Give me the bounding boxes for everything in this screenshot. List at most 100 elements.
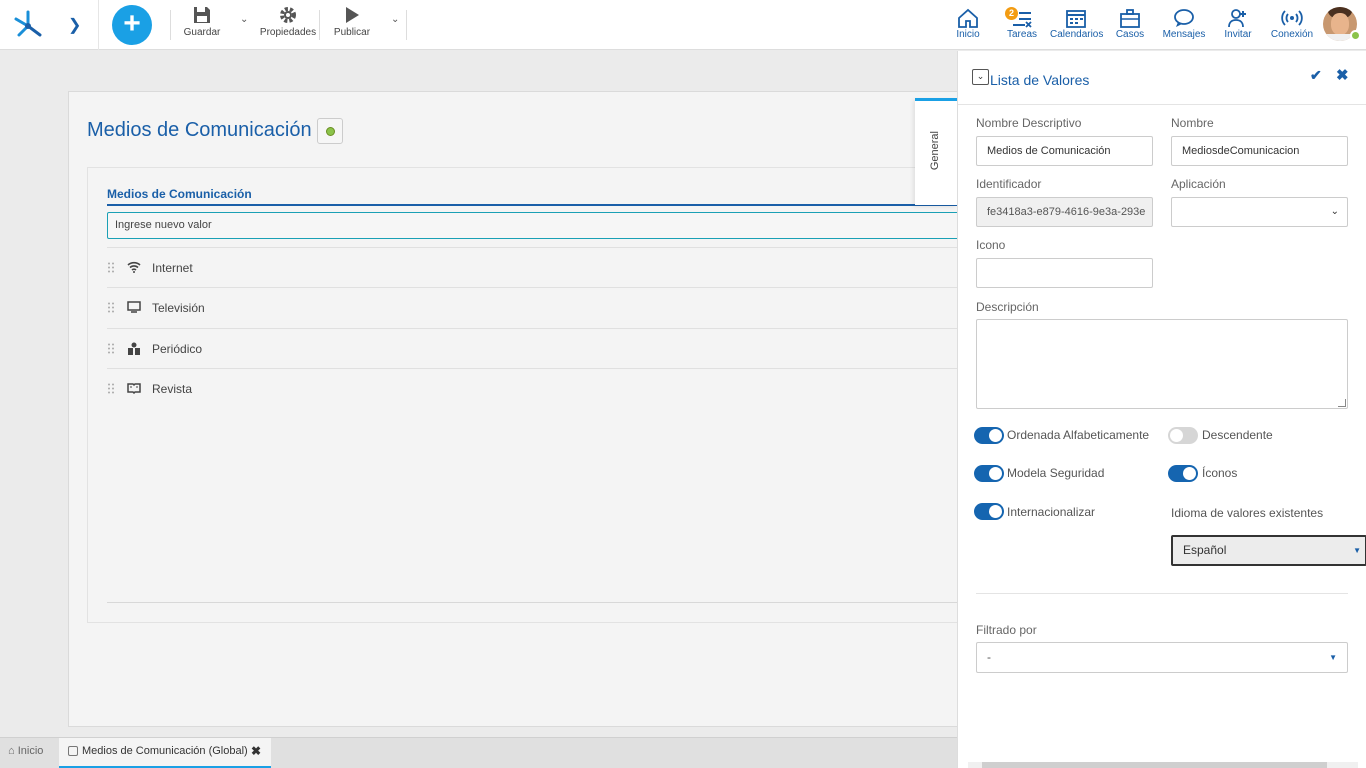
properties-label: Propiedades bbox=[259, 27, 317, 38]
tab-medios-de-comunicacion[interactable]: Medios de Comunicación (Global) ✖ bbox=[59, 738, 271, 768]
confirm-check-icon[interactable]: ✔ bbox=[1310, 67, 1322, 84]
nav-cases[interactable]: Casos bbox=[1115, 8, 1145, 40]
resize-handle-icon[interactable] bbox=[1338, 399, 1346, 407]
status-indicator[interactable] bbox=[317, 118, 343, 144]
list-title: Medios de Comunicación bbox=[107, 187, 252, 201]
list-item[interactable]: Revista bbox=[107, 368, 987, 408]
tasks-count-badge: 2 bbox=[1005, 7, 1018, 20]
list-item[interactable]: Periódico bbox=[107, 328, 987, 368]
descripcion-label: Descripción bbox=[976, 300, 1039, 314]
panel-divider bbox=[976, 593, 1348, 594]
panel-title: Lista de Valores bbox=[990, 72, 1090, 88]
floppy-disk-icon bbox=[194, 7, 210, 23]
collapse-chevron-icon[interactable]: ⌄ bbox=[972, 69, 989, 85]
nav-home[interactable]: Inicio bbox=[954, 8, 982, 40]
values-list-container: Medios de Comunicación Ingrese nuevo val… bbox=[87, 167, 987, 623]
tab-general[interactable]: General bbox=[915, 98, 957, 205]
idioma-label: Idioma de valores existentes bbox=[1171, 506, 1324, 520]
caret-down-icon: ▼ bbox=[1353, 546, 1361, 555]
list-title-underline bbox=[107, 204, 987, 206]
nav-calendars-label: Calendarios bbox=[1050, 29, 1104, 40]
filtrado-select[interactable]: - ▼ bbox=[976, 642, 1348, 673]
chevron-down-icon: ⌄ bbox=[1330, 206, 1339, 217]
drag-handle-icon[interactable] bbox=[108, 383, 114, 394]
page-title: Medios de Comunicación bbox=[87, 119, 312, 141]
icono-input[interactable] bbox=[976, 258, 1153, 288]
nav-connection[interactable]: Conexión bbox=[1270, 8, 1314, 40]
iconos-label: Íconos bbox=[1202, 466, 1238, 480]
tab-general-label: General bbox=[929, 131, 941, 171]
list-item[interactable]: Televisión bbox=[107, 287, 987, 327]
idioma-select[interactable]: Español ▼ bbox=[1171, 535, 1366, 566]
nombre-descriptivo-input[interactable]: Medios de Comunicación bbox=[976, 136, 1153, 166]
idioma-value: Español bbox=[1183, 543, 1227, 557]
filtrado-label: Filtrado por bbox=[976, 623, 1037, 637]
broadcast-icon bbox=[1281, 10, 1303, 26]
properties-button[interactable]: Propiedades bbox=[259, 6, 317, 38]
magazine-icon bbox=[127, 383, 141, 394]
internacionalizar-toggle[interactable] bbox=[974, 503, 1004, 520]
modela-seguridad-toggle[interactable] bbox=[974, 465, 1004, 482]
aplicacion-select[interactable]: ⌄ bbox=[1171, 197, 1348, 227]
descendente-toggle[interactable] bbox=[1168, 427, 1198, 444]
modela-seguridad-label: Modela Seguridad bbox=[1007, 466, 1105, 480]
nav-invite[interactable]: Invitar bbox=[1222, 8, 1254, 40]
play-icon bbox=[346, 7, 359, 23]
nombre-input[interactable]: MediosdeComunicacion bbox=[1171, 136, 1348, 166]
save-button[interactable]: Guardar bbox=[182, 6, 222, 38]
briefcase-icon bbox=[1120, 9, 1140, 28]
tab-home[interactable]: ⌂ Inicio bbox=[8, 745, 43, 757]
identificador-label: Identificador bbox=[976, 177, 1042, 191]
filtrado-value: - bbox=[987, 650, 991, 664]
iconos-toggle[interactable] bbox=[1168, 465, 1198, 482]
publish-button[interactable]: Publicar bbox=[331, 6, 373, 38]
close-icon[interactable]: ✖ bbox=[1336, 66, 1349, 84]
toolbar-divider bbox=[170, 10, 171, 40]
nav-messages[interactable]: Mensajes bbox=[1162, 8, 1206, 40]
descripcion-textarea[interactable] bbox=[976, 319, 1348, 409]
nav-cases-label: Casos bbox=[1115, 29, 1145, 40]
main-area: Medios de Comunicación Medios de Comunic… bbox=[0, 51, 987, 737]
list-item-label: Televisión bbox=[152, 301, 205, 315]
identificador-input[interactable]: fe3418a3-e879-4616-9e3a-293e bbox=[976, 197, 1153, 227]
horizontal-scrollbar[interactable] bbox=[968, 762, 1358, 768]
add-user-icon bbox=[1228, 9, 1246, 28]
nav-home-label: Inicio bbox=[956, 29, 980, 40]
logo-area[interactable]: ❯ bbox=[0, 0, 99, 50]
expand-chevron-icon[interactable]: ❯ bbox=[68, 15, 81, 35]
publish-label: Publicar bbox=[333, 27, 371, 38]
list-bottom-divider bbox=[107, 602, 987, 603]
wifi-icon bbox=[127, 261, 141, 273]
home-icon: ⌂ bbox=[8, 745, 15, 757]
save-dropdown-chevron-icon[interactable]: ⌄ bbox=[240, 14, 248, 25]
publish-dropdown-chevron-icon[interactable]: ⌄ bbox=[391, 14, 399, 25]
nombre-descriptivo-label: Nombre Descriptivo bbox=[976, 116, 1082, 130]
toolbar-divider bbox=[406, 10, 407, 40]
panel-header: ⌄ Lista de Valores ✔ ✖ bbox=[958, 51, 1366, 105]
nav-calendars[interactable]: Calendarios bbox=[1050, 8, 1104, 40]
nombre-label: Nombre bbox=[1171, 116, 1214, 130]
tab-home-label: Inicio bbox=[17, 745, 44, 757]
close-tab-icon[interactable]: ✖ bbox=[251, 744, 261, 758]
properties-panel: ⌄ Lista de Valores ✔ ✖ Nombre Descriptiv… bbox=[957, 51, 1366, 768]
bottom-tab-bar: ⌂ Inicio Medios de Comunicación (Global)… bbox=[0, 737, 957, 768]
new-value-input[interactable]: Ingrese nuevo valor bbox=[107, 212, 987, 239]
add-button[interactable]: + bbox=[112, 5, 152, 45]
drag-handle-icon[interactable] bbox=[108, 343, 114, 354]
gear-icon bbox=[280, 7, 296, 23]
tv-icon bbox=[127, 301, 141, 313]
caret-down-icon: ▼ bbox=[1329, 653, 1337, 662]
aplicacion-label: Aplicación bbox=[1171, 177, 1226, 191]
scrollbar-thumb[interactable] bbox=[982, 762, 1327, 768]
app-logo-icon bbox=[14, 10, 42, 37]
ordenada-toggle[interactable] bbox=[974, 427, 1004, 444]
ordenada-label: Ordenada Alfabeticamente bbox=[1007, 428, 1150, 442]
tab-active-label: Medios de Comunicación (Global) bbox=[82, 745, 248, 757]
status-dot-icon bbox=[326, 127, 335, 136]
drag-handle-icon[interactable] bbox=[108, 302, 114, 313]
icono-label: Icono bbox=[976, 238, 1006, 252]
list-item[interactable]: Internet bbox=[107, 247, 987, 287]
descendente-label: Descendente bbox=[1202, 428, 1273, 442]
drag-handle-icon[interactable] bbox=[108, 262, 114, 273]
toolbar-divider bbox=[319, 10, 320, 40]
